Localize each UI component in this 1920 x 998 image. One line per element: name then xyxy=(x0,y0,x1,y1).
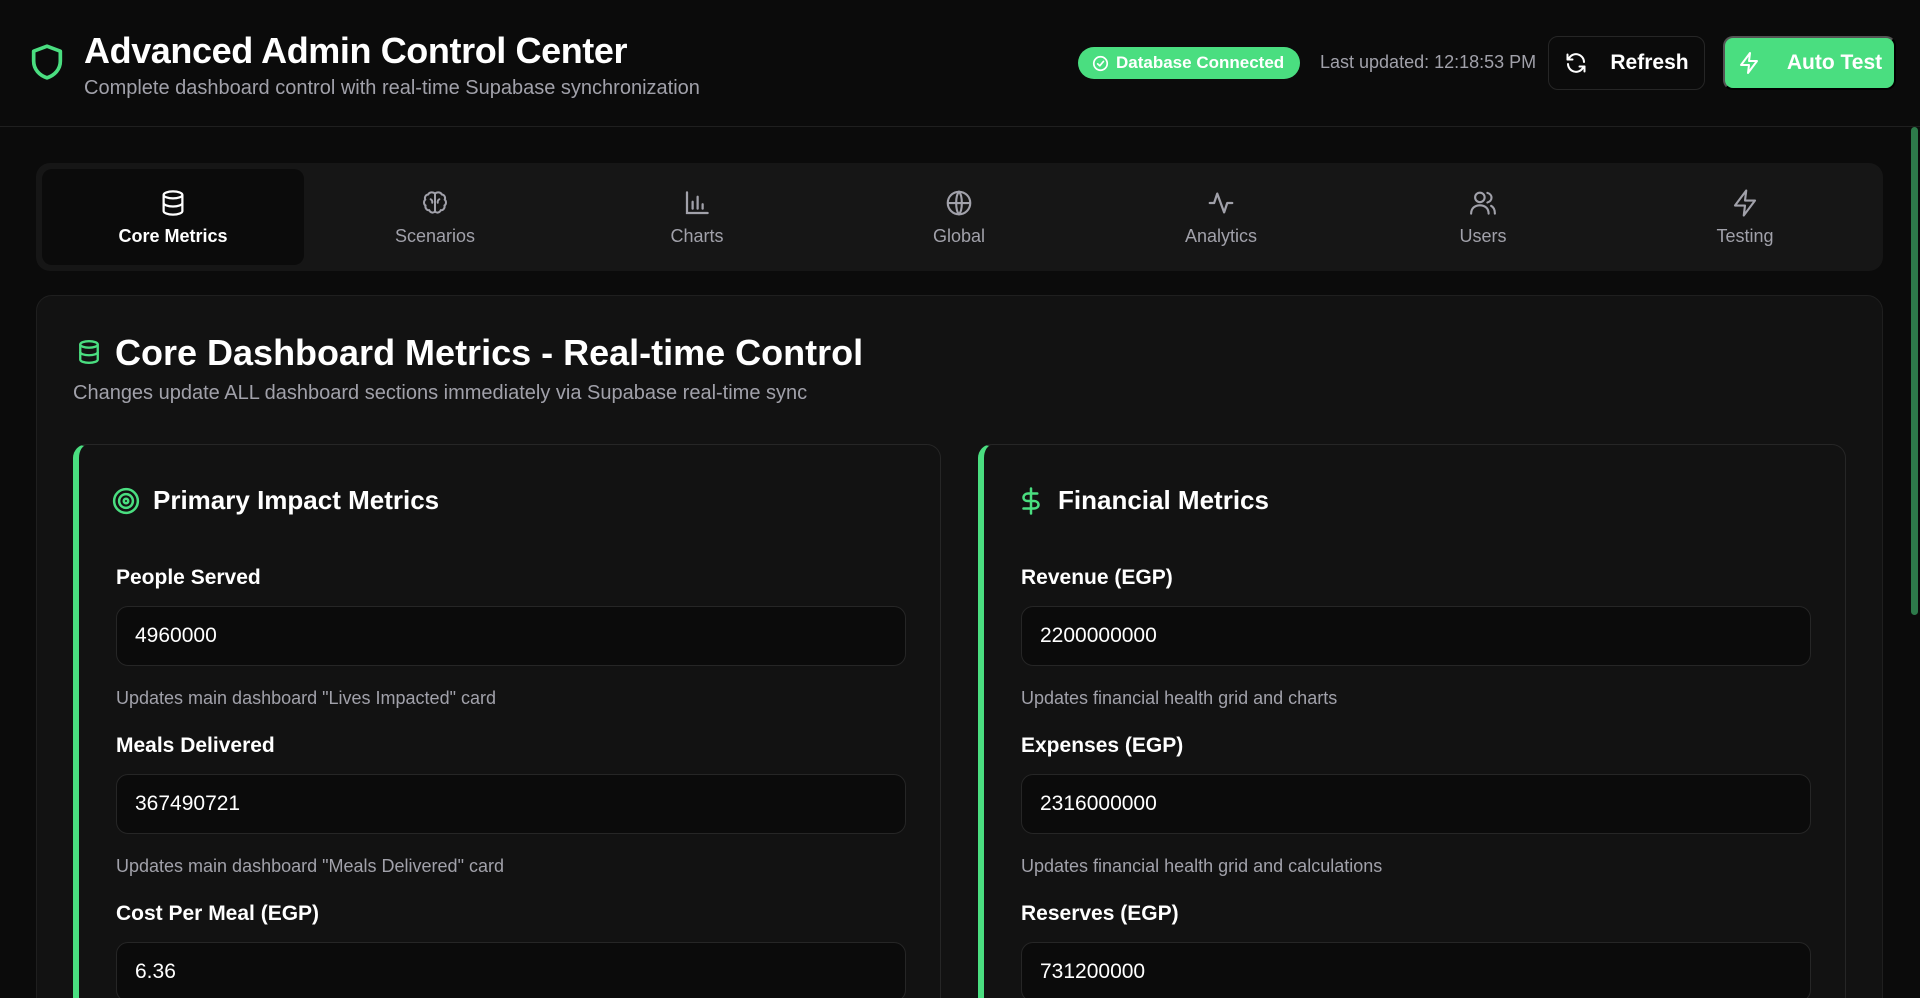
database-icon xyxy=(79,339,99,365)
globe-icon xyxy=(946,189,972,216)
last-updated-timestamp: Last updated: 12:18:53 PM xyxy=(1320,52,1537,72)
tab-label: Testing xyxy=(1716,225,1774,246)
cost-per-meal-label: Cost Per Meal (EGP) xyxy=(116,902,320,925)
zap-icon xyxy=(1739,52,1758,74)
expenses-input[interactable] xyxy=(1021,774,1811,834)
expenses-label: Expenses (EGP) xyxy=(1021,734,1184,757)
people-served-label: People Served xyxy=(116,566,261,589)
target-icon xyxy=(112,487,140,514)
refresh-button[interactable]: Refresh xyxy=(1548,36,1705,90)
auto-test-button[interactable]: Auto Test xyxy=(1723,36,1896,90)
dollar-icon xyxy=(1022,486,1040,515)
tab-label: Analytics xyxy=(1184,225,1258,246)
database-status-label: Database Connected xyxy=(1116,53,1285,72)
card-title: Financial Metrics xyxy=(1058,485,1269,515)
auto-test-label: Auto Test xyxy=(1786,51,1883,74)
people-served-help: Updates main dashboard "Lives Impacted" … xyxy=(116,688,496,708)
meals-delivered-label: Meals Delivered xyxy=(116,734,275,757)
check-circle-icon xyxy=(1092,55,1109,71)
app-subtitle: Complete dashboard control with real-tim… xyxy=(84,77,700,99)
tab-label: Charts xyxy=(670,225,724,246)
revenue-help: Updates financial health grid and charts xyxy=(1021,688,1338,708)
refresh-label: Refresh xyxy=(1610,51,1689,74)
tab-label: Users xyxy=(1459,225,1507,246)
meals-delivered-input[interactable] xyxy=(116,774,906,834)
core-metrics-panel: Core Dashboard Metrics - Real-time Contr… xyxy=(36,295,1883,998)
card-header: Financial Metrics xyxy=(1016,485,1269,516)
reserves-input[interactable] xyxy=(1021,942,1811,998)
header: Advanced Admin Control Center Complete d… xyxy=(0,0,1920,127)
people-served-input[interactable] xyxy=(116,606,906,666)
panel-subtitle: Changes update ALL dashboard sections im… xyxy=(73,382,808,404)
tab-users[interactable]: Users xyxy=(1352,169,1614,265)
panel-title: Core Dashboard Metrics - Real-time Contr… xyxy=(115,332,864,373)
card-title: Primary Impact Metrics xyxy=(153,485,440,515)
financial-metrics-card: Financial Metrics Revenue (EGP) Updates … xyxy=(978,444,1846,998)
revenue-label: Revenue (EGP) xyxy=(1021,566,1173,589)
tab-global[interactable]: Global xyxy=(828,169,1090,265)
tab-charts[interactable]: Charts xyxy=(566,169,828,265)
cost-per-meal-input[interactable] xyxy=(116,942,906,998)
brain-icon xyxy=(423,190,447,214)
card-header: Primary Impact Metrics xyxy=(111,485,439,516)
database-icon xyxy=(162,189,184,216)
expenses-help: Updates financial health grid and calcul… xyxy=(1021,856,1383,876)
refresh-icon xyxy=(1566,53,1586,73)
users-icon xyxy=(1470,191,1496,215)
app-title: Advanced Admin Control Center xyxy=(84,30,628,71)
tab-bar: Core Metrics Scenarios Charts Global Ana… xyxy=(36,163,1883,271)
scrollbar-thumb[interactable] xyxy=(1911,127,1918,615)
activity-icon xyxy=(1208,192,1234,213)
tab-scenarios[interactable]: Scenarios xyxy=(304,169,566,265)
meals-delivered-help: Updates main dashboard "Meals Delivered"… xyxy=(116,856,504,876)
revenue-input[interactable] xyxy=(1021,606,1811,666)
tab-label: Core Metrics xyxy=(118,225,228,246)
tab-label: Global xyxy=(932,225,986,246)
tab-core-metrics[interactable]: Core Metrics xyxy=(42,169,304,265)
tab-testing[interactable]: Testing xyxy=(1614,169,1876,265)
shield-icon xyxy=(31,44,63,80)
tab-analytics[interactable]: Analytics xyxy=(1090,169,1352,265)
database-status-badge: Database Connected xyxy=(1078,47,1301,79)
tab-label: Scenarios xyxy=(394,225,476,246)
zap-icon xyxy=(1733,188,1757,217)
reserves-label: Reserves (EGP) xyxy=(1021,902,1179,925)
primary-impact-metrics-card: Primary Impact Metrics People Served Upd… xyxy=(73,444,941,998)
bar-chart-icon xyxy=(685,190,709,214)
